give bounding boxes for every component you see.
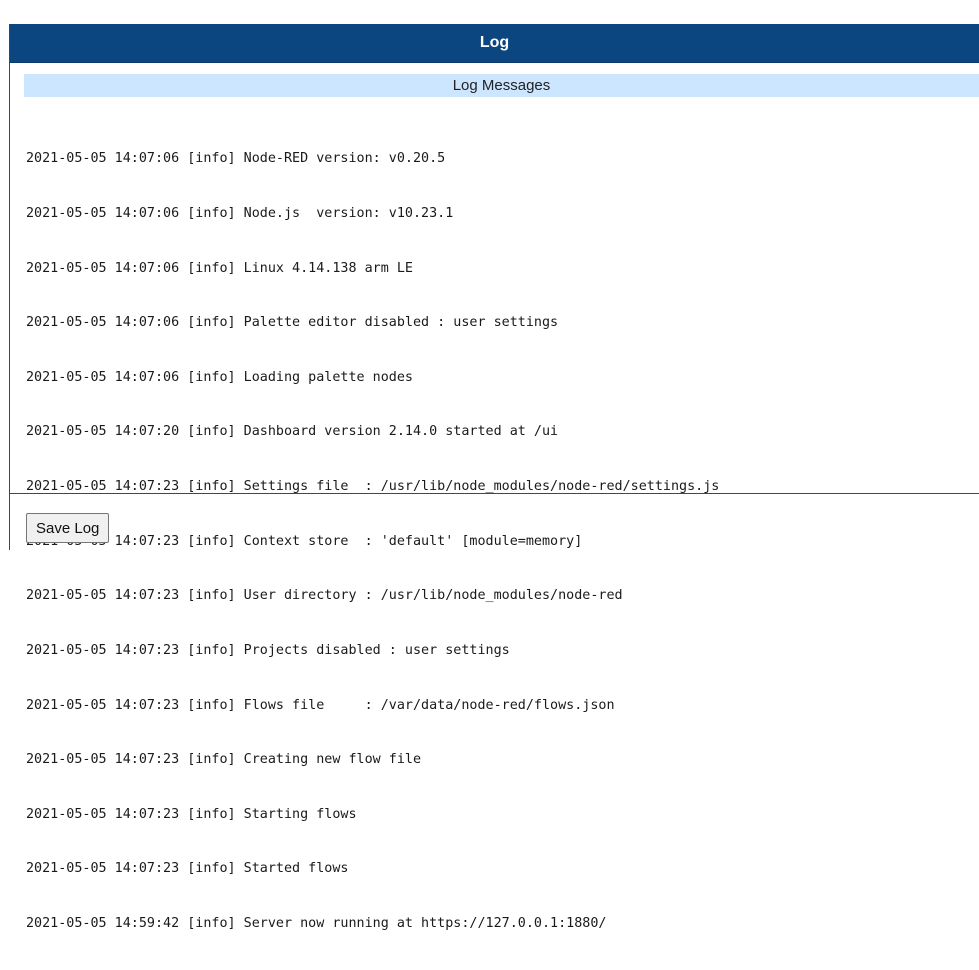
log-line: 2021-05-05 14:07:06 [info] Linux 4.14.13… — [26, 260, 413, 276]
log-output: 2021-05-05 14:07:06 [info] Node-RED vers… — [26, 114, 979, 970]
log-line: 2021-05-05 14:07:23 [info] Flows file : … — [26, 697, 615, 713]
log-panel: Log Log Messages 2021-05-05 14:07:06 [in… — [9, 24, 979, 931]
log-line: 2021-05-05 14:07:06 [info] Node.js versi… — [26, 206, 454, 222]
panel-title: Log — [479, 34, 510, 51]
divider — [10, 493, 979, 494]
log-line: 2021-05-05 14:07:23 [info] User director… — [26, 588, 623, 604]
log-line: 2021-05-05 14:07:23 [info] Started flows — [26, 861, 349, 877]
log-line: 2021-05-05 14:07:20 [info] Dashboard ver… — [26, 424, 559, 440]
log-line: 2021-05-05 14:07:23 [info] Creating new … — [26, 752, 422, 768]
log-line: 2021-05-05 14:07:23 [info] Starting flow… — [26, 806, 357, 822]
log-line: 2021-05-05 14:07:23 [info] Projects disa… — [26, 642, 510, 658]
log-line: 2021-05-05 14:07:23 [info] Context store… — [26, 533, 583, 549]
save-log-button[interactable]: Save Log — [26, 513, 110, 543]
log-messages-header: Log Messages — [24, 74, 979, 97]
panel-title-bar: Log — [10, 24, 979, 63]
log-line: 2021-05-05 14:59:42 [info] Server now ru… — [26, 915, 607, 931]
log-line: 2021-05-05 14:07:06 [info] Node-RED vers… — [26, 151, 446, 167]
log-line: 2021-05-05 14:07:06 [info] Loading palet… — [26, 369, 413, 385]
log-messages-title: Log Messages — [452, 77, 551, 94]
log-line: 2021-05-05 14:07:06 [info] Palette edito… — [26, 315, 559, 331]
